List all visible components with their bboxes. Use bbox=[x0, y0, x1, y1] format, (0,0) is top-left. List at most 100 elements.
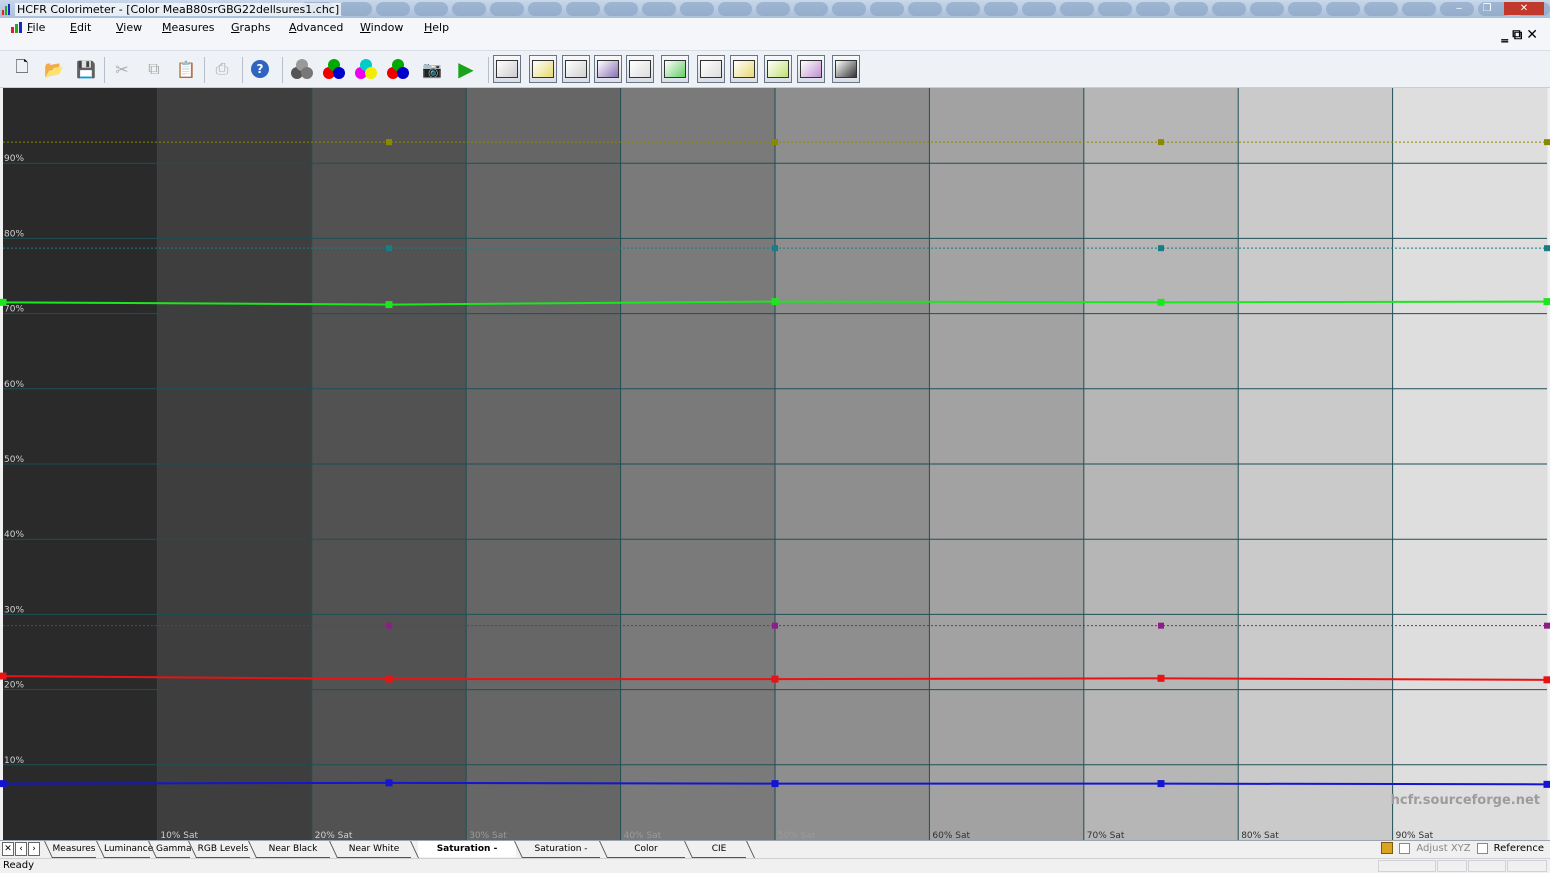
tab-saturation-shifts[interactable]: Saturation - shifts bbox=[522, 841, 600, 858]
menu-label: elp bbox=[432, 21, 449, 34]
menu-mnemonic: W bbox=[360, 21, 371, 34]
luminance-curve-icon[interactable] bbox=[562, 55, 590, 83]
print-icon[interactable]: ⎙ bbox=[208, 55, 236, 83]
taskbar-icon bbox=[870, 2, 904, 16]
rgb-primaries-icon[interactable] bbox=[320, 55, 348, 83]
new-file-icon[interactable]: 🗋 bbox=[8, 55, 36, 83]
x-tick-label: 60% Sat bbox=[932, 831, 970, 840]
taskbar-icon bbox=[376, 2, 410, 16]
open-folder-icon[interactable]: 📂 bbox=[40, 55, 68, 83]
reference-marker bbox=[1544, 139, 1550, 145]
data-point bbox=[386, 779, 393, 786]
menu-measures[interactable]: Measures bbox=[162, 21, 215, 34]
reference-checkbox[interactable] bbox=[1477, 843, 1488, 854]
cut-icon[interactable]: ✂ bbox=[108, 55, 136, 83]
menu-edit[interactable]: Edit bbox=[70, 21, 91, 34]
data-point bbox=[772, 676, 779, 683]
taskbar-icon bbox=[680, 2, 714, 16]
menu-window[interactable]: Window bbox=[360, 21, 403, 34]
taskbar-icon bbox=[490, 2, 524, 16]
saturation-lum-icon[interactable] bbox=[797, 55, 825, 83]
x-tick-label: 90% Sat bbox=[1396, 831, 1434, 840]
near-white-icon[interactable] bbox=[697, 55, 725, 83]
mdi-child-controls: ‗ ⧉ ✕ bbox=[1501, 27, 1538, 43]
tab-scroll-right-icon[interactable]: › bbox=[28, 842, 40, 856]
reference-marker bbox=[1158, 139, 1164, 145]
menu-file[interactable]: File bbox=[27, 21, 45, 34]
menu-view[interactable]: View bbox=[116, 21, 142, 34]
rgb-levels-icon[interactable] bbox=[594, 55, 622, 83]
mdi-restore-icon[interactable]: ⧉ bbox=[1512, 27, 1522, 43]
data-point bbox=[0, 780, 7, 787]
tab-divider bbox=[746, 841, 755, 858]
play-measure-icon[interactable]: ▶ bbox=[452, 55, 480, 83]
menu-help[interactable]: Help bbox=[424, 21, 449, 34]
gamma-curve-icon[interactable] bbox=[529, 55, 557, 83]
taskbar-icon bbox=[794, 2, 828, 16]
reference-marker bbox=[1158, 245, 1164, 251]
data-point bbox=[0, 299, 7, 306]
tab-near-black-scale[interactable]: Near Black Scale bbox=[256, 841, 330, 858]
tab-scroll-left-icon[interactable]: ‹ bbox=[15, 842, 27, 856]
y-tick-label: 40% bbox=[4, 530, 24, 540]
x-tick-label: 20% Sat bbox=[315, 831, 353, 840]
taskbar-icon bbox=[756, 2, 790, 16]
copy-icon[interactable]: ⧉ bbox=[140, 55, 168, 83]
tab-rgb-levels[interactable]: RGB Levels bbox=[196, 841, 250, 858]
cie-diagram-icon[interactable] bbox=[661, 55, 689, 83]
reference-marker bbox=[772, 623, 778, 629]
near-black-icon[interactable] bbox=[626, 55, 654, 83]
menu-bar: File Edit View Measures Graphs Advanced Window… bbox=[0, 18, 1550, 51]
saturation-shift-icon[interactable] bbox=[764, 55, 792, 83]
minimize-icon[interactable]: ‒ bbox=[1448, 2, 1470, 15]
help-icon[interactable]: ? bbox=[246, 55, 274, 83]
menu-graphs[interactable]: Graphs bbox=[231, 21, 270, 34]
taskbar-icon bbox=[1022, 2, 1056, 16]
reference-marker bbox=[386, 245, 392, 251]
reference-marker bbox=[1158, 623, 1164, 629]
data-point bbox=[386, 301, 393, 308]
data-point bbox=[1544, 676, 1550, 683]
adjust-xyz-checkbox[interactable] bbox=[1399, 843, 1410, 854]
y-tick-label: 90% bbox=[4, 154, 24, 164]
y-tick-label: 80% bbox=[4, 229, 24, 239]
tab-gamma[interactable]: Gamma bbox=[156, 841, 190, 858]
camera-icon[interactable]: 📷 bbox=[418, 55, 446, 83]
taskbar-icon bbox=[1326, 2, 1360, 16]
tab-close-icon[interactable]: ✕ bbox=[2, 842, 14, 856]
save-disk-icon[interactable]: 💾 bbox=[72, 55, 100, 83]
mdi-minimize-icon[interactable]: ‗ bbox=[1501, 27, 1508, 43]
x-tick-label: 70% Sat bbox=[1087, 831, 1125, 840]
sensor-icon[interactable] bbox=[288, 55, 316, 83]
menu-app-icon bbox=[11, 22, 22, 33]
secondaries-icon[interactable] bbox=[352, 55, 380, 83]
view-tab-bar: ✕ ‹ › Measures Luminance Gamma RGB Levels Ne… bbox=[0, 840, 1550, 858]
color-checker-icon[interactable] bbox=[384, 55, 412, 83]
maximize-icon[interactable]: ❐ bbox=[1476, 2, 1498, 15]
graph-window-icon[interactable] bbox=[493, 55, 521, 83]
menu-label: dit bbox=[77, 21, 91, 34]
color-temp-icon[interactable] bbox=[730, 55, 758, 83]
monitor-pattern-icon[interactable] bbox=[832, 55, 860, 83]
y-tick-label: 10% bbox=[4, 756, 24, 766]
main-toolbar: 🗋📂💾 ✂⧉📋 ⎙? 📷▶ bbox=[0, 51, 1550, 88]
tab-saturation-luminance[interactable]: Saturation - luminance bbox=[418, 841, 516, 857]
x-tick-label: 80% Sat bbox=[1241, 831, 1279, 840]
toolbar-separator bbox=[104, 57, 105, 83]
tab-color-temperature[interactable]: Color temperature bbox=[607, 841, 685, 858]
adjust-xyz-icon bbox=[1381, 842, 1393, 854]
close-icon[interactable]: ✕ bbox=[1504, 2, 1544, 15]
menu-label: easures bbox=[172, 21, 215, 34]
reference-options: Adjust XYZ Reference bbox=[1381, 842, 1544, 854]
tab-near-white-scale[interactable]: Near White Scale bbox=[337, 841, 411, 858]
mdi-close-icon[interactable]: ✕ bbox=[1526, 27, 1538, 43]
tab-luminance[interactable]: Luminance bbox=[104, 841, 150, 858]
tab-measures[interactable]: Measures bbox=[52, 841, 96, 858]
toolbar-separator bbox=[242, 57, 243, 83]
tab-cie-diagram[interactable]: CIE Diagram bbox=[692, 841, 746, 858]
status-pane bbox=[1507, 860, 1547, 872]
window-titlebar: HCFR Colorimeter - [Color MeaB80srGBG22d… bbox=[0, 2, 341, 17]
paste-icon[interactable]: 📋 bbox=[172, 55, 200, 83]
menu-advanced[interactable]: Advanced bbox=[289, 21, 343, 34]
y-tick-label: 70% bbox=[4, 305, 24, 315]
